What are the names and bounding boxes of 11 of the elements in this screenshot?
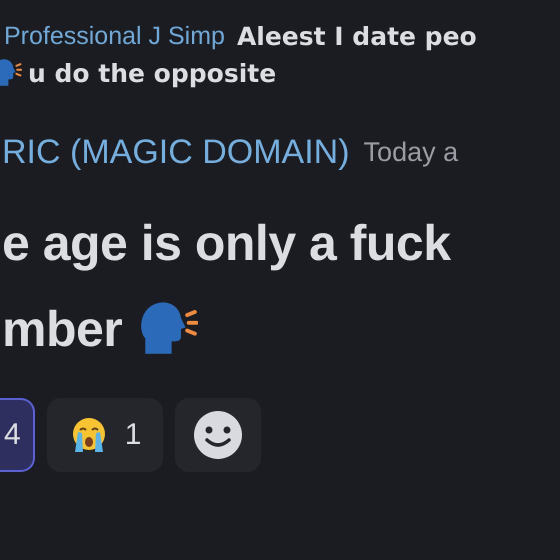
reply-author[interactable]: Professional J Simp <box>4 22 225 51</box>
reply-text: u do the opposite <box>28 58 276 88</box>
smiley-icon <box>193 410 244 460</box>
reaction-button[interactable]: 1 <box>46 398 164 472</box>
message-timestamp: Today a <box>364 137 458 168</box>
message-author[interactable]: RIC (MAGIC DOMAIN) <box>2 133 350 172</box>
reply-text: Aleest I date peo <box>236 22 477 51</box>
reaction-button[interactable]: 4 <box>0 398 35 472</box>
message-text: e age is only a fuck <box>2 214 451 272</box>
add-reaction-button[interactable] <box>175 398 262 472</box>
message-text: mber <box>2 300 122 358</box>
